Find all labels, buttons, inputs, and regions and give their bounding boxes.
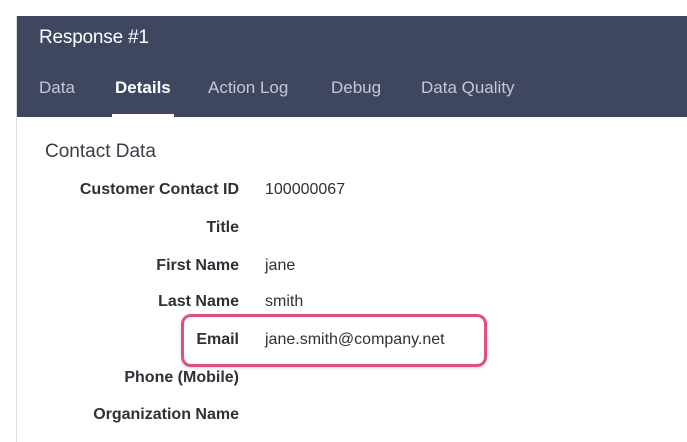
screenshot-canvas: Response #1 Data Details Action Log Debu… [0,0,687,442]
value-last-name: smith [265,293,304,310]
tab-details[interactable]: Details [112,78,174,117]
response-header: Response #1 Data Details Action Log Debu… [17,16,687,117]
value-email: jane.smith@company.net [265,331,445,348]
label-first-name: First Name [156,257,239,274]
label-email: Email [196,331,239,348]
response-title: Response #1 [39,27,149,48]
label-last-name: Last Name [158,293,239,310]
response-panel: Response #1 Data Details Action Log Debu… [16,16,687,442]
label-phone-mobile: Phone (Mobile) [124,369,239,386]
tab-debug[interactable]: Debug [331,78,381,117]
label-organization-name: Organization Name [93,406,239,423]
tab-data[interactable]: Data [39,78,75,117]
label-customer-contact-id: Customer Contact ID [79,181,239,198]
tab-action-log[interactable]: Action Log [208,78,288,117]
value-customer-contact-id: 100000067 [265,181,346,198]
tab-data-quality[interactable]: Data Quality [421,78,515,117]
label-title: Title [206,219,239,236]
tab-bar: Data Details Action Log Debug Data Quali… [17,78,687,117]
section-title-contact-data: Contact Data [45,141,156,162]
value-first-name: jane [265,257,296,274]
